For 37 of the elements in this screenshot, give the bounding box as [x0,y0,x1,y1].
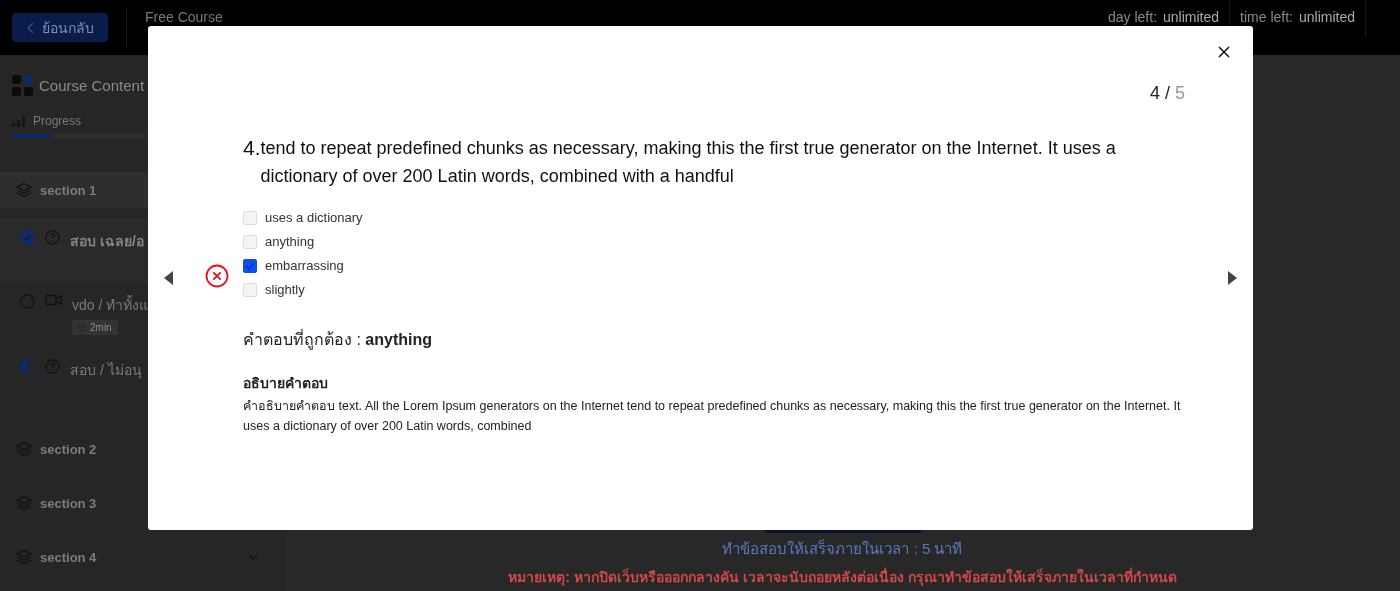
question-number: 4. [243,135,261,161]
section-title: section 1 [40,182,97,198]
day-left-value: unlimited [1163,8,1220,25]
time-left-label: time left: [1240,8,1293,25]
section-header[interactable]: section 3 [0,485,284,521]
option-label: slightly [265,282,305,297]
counter-separator: / [1164,83,1170,104]
section-title: section 3 [40,495,97,511]
course-title: Free Course [145,8,223,25]
day-left-label: day left: [1108,8,1158,25]
question-counter: 4 [1149,83,1160,104]
duration-badge: 2min [72,320,118,335]
back-button[interactable]: ย้อนกลับ [12,13,108,42]
question-circle-icon [45,230,60,245]
layers-icon [16,182,32,198]
correct-answer: คำตอบที่ถูกต้อง : anything [243,328,433,352]
sidebar-title: Course Content [39,77,145,94]
grid-icon [12,75,33,96]
section-title: section 2 [40,441,97,457]
section-header[interactable]: section 4 [0,539,284,575]
time-left-value: unlimited [1298,8,1355,25]
explanation-title: อธิบายคำตอบ [243,374,329,393]
progress-label: Progress [33,114,82,128]
section-title: section 4 [40,549,97,565]
warning-note: หมายเหตุ: หากปิดเว็บหรือออกกลางคัน เวลาจะนับถอยหลังต่อเนื่อง กรุณาทำข้อสอบให้เสร็จภายในเวลาที่กำหนด [508,566,1177,588]
triangle-right-icon [1226,269,1238,287]
checkbox[interactable] [243,258,257,273]
next-button[interactable] [1226,269,1238,287]
previous-button[interactable] [163,269,175,287]
close-icon [1218,46,1230,58]
lesson-title: สอบ เฉลย/อ [70,232,144,251]
lesson-title: สอบ / ไม่อนุ [70,361,142,381]
lesson-title: vdo / ทำทั้งแ [72,294,149,315]
chevron-left-icon [26,21,34,34]
question-total: 5 [1175,83,1185,104]
time-limit-text: ทำข้อสอบให้เสร็จภายในเวลา : 5 นาที [722,538,963,559]
triangle-left-icon [163,269,175,287]
